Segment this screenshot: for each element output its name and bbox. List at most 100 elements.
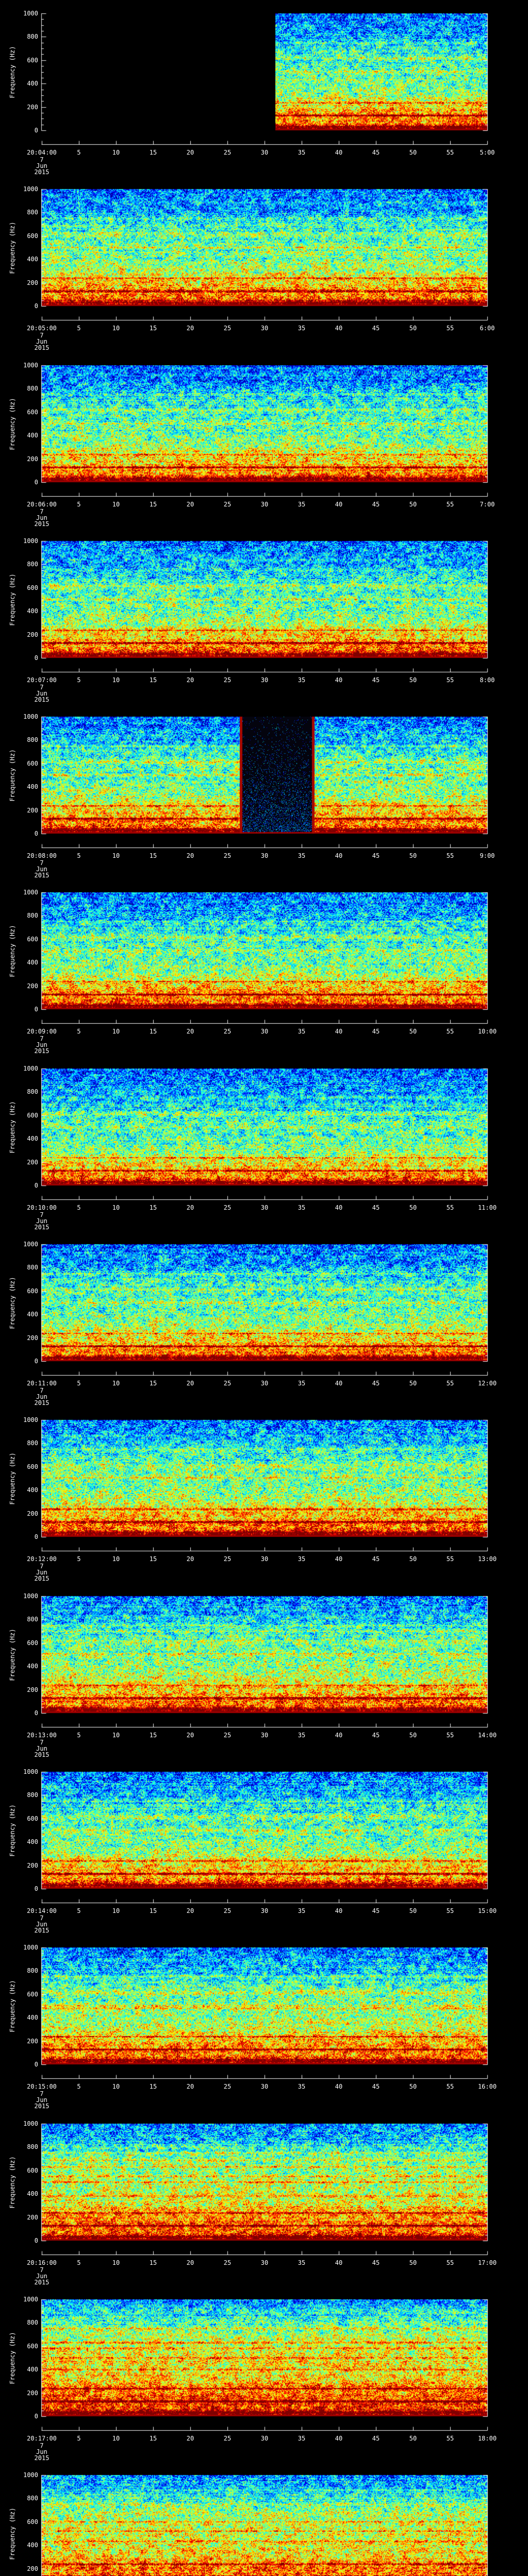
y-tick-label: 400 [27, 80, 38, 88]
y-tick-label: 200 [27, 1861, 38, 1869]
x-minute-tick-label: 15 [149, 1907, 157, 1914]
date-year-label: 2015 [34, 1575, 50, 1582]
x-minute-tick-label: 25 [223, 1204, 232, 1211]
x-minute-tick-label: 20 [186, 2083, 194, 2090]
x-minute-tick-label: 5 [77, 2435, 81, 2442]
x-end-time-label: 10:00 [477, 1028, 497, 1035]
y-tick-label: 200 [27, 982, 38, 990]
x-minute-tick-label: 5 [77, 2259, 81, 2266]
date-year-label: 2015 [34, 344, 50, 351]
y-tick-label: 800 [27, 1616, 38, 1623]
y-tick-label: 1000 [23, 362, 38, 369]
x-start-time-label: 20:08:00 [27, 852, 57, 859]
y-tick-label: 600 [27, 56, 38, 64]
x-minute-tick-label: 20 [186, 1555, 194, 1563]
y-tick-label: 800 [27, 912, 38, 920]
spectrogram-panel: Frequency (Hz) 1000 800 600 400 200 0 20:04:00… [0, 0, 528, 176]
x-end-time-label: 18:00 [477, 2435, 497, 2442]
x-start-time-label: 20:13:00 [27, 1732, 57, 1739]
x-minute-tick-label: 15 [149, 325, 157, 332]
x-minute-tick-label: 40 [335, 1555, 343, 1563]
x-minute-tick-label: 40 [335, 2259, 343, 2266]
y-tick-label: 800 [27, 1088, 38, 1096]
y-axis-title: Frequency (Hz) [9, 1628, 16, 1681]
x-minute-tick-label: 55 [446, 325, 454, 332]
x-start-time-label: 20:17:00 [27, 2435, 57, 2442]
y-tick-label: 1000 [23, 2471, 38, 2479]
x-minute-tick-label: 30 [260, 1555, 269, 1563]
y-tick-label: 600 [27, 1815, 38, 1822]
x-minute-tick-label: 5 [77, 1907, 81, 1914]
x-end-time-label: 15:00 [477, 1907, 497, 1914]
x-minute-tick-label: 25 [223, 2259, 232, 2266]
x-minute-tick-label: 10 [112, 1028, 120, 1035]
x-minute-tick-label: 50 [409, 1907, 417, 1914]
y-axis-title: Frequency (Hz) [9, 1452, 16, 1505]
x-start-time-label: 20:04:00 [27, 149, 57, 156]
x-minute-tick-label: 30 [260, 1028, 269, 1035]
x-start-time-label: 20:15:00 [27, 2083, 57, 2090]
x-end-time-label: 7:00 [480, 501, 495, 508]
y-tick-label: 600 [27, 2166, 38, 2174]
x-minute-tick-label: 10 [112, 676, 120, 684]
x-minute-tick-label: 10 [112, 1555, 120, 1563]
x-end-time-label: 9:00 [480, 852, 495, 859]
x-start-time-label: 20:12:00 [27, 1555, 57, 1563]
x-minute-tick-label: 50 [409, 149, 417, 156]
x-minute-tick-label: 20 [186, 501, 194, 508]
x-minute-tick-label: 55 [446, 1555, 454, 1563]
y-tick-label: 1000 [23, 1241, 38, 1248]
y-tick-label: 800 [27, 385, 38, 393]
x-minute-tick-label: 25 [223, 1907, 232, 1914]
y-tick-label: 600 [27, 1463, 38, 1470]
x-minute-tick-label: 25 [223, 1555, 232, 1563]
x-minute-tick-label: 50 [409, 2259, 417, 2266]
y-tick-label: 0 [34, 1006, 38, 1013]
y-axis-title: Frequency (Hz) [9, 2507, 16, 2560]
x-minute-tick-label: 15 [149, 852, 157, 859]
spectrogram-panel: Frequency (Hz) 1000800600400200020:18:00… [0, 2462, 528, 2576]
x-minute-tick-label: 50 [409, 2083, 417, 2090]
x-minute-tick-label: 5 [77, 676, 81, 684]
y-tick-label: 200 [27, 2037, 38, 2045]
x-minute-tick-label: 40 [335, 1028, 343, 1035]
x-minute-tick-label: 15 [149, 1555, 157, 1563]
date-year-label: 2015 [34, 2454, 50, 2462]
y-tick-label: 1000 [23, 1065, 38, 1072]
y-axis-title: Frequency (Hz) [9, 1979, 16, 2032]
x-end-time-label: 12:00 [477, 1380, 497, 1387]
y-tick-label: 600 [27, 1639, 38, 1647]
x-minute-tick-label: 45 [372, 852, 380, 859]
x-minute-tick-label: 5 [77, 501, 81, 508]
y-axis-title: Frequency (Hz) [9, 1804, 16, 1857]
x-minute-tick-label: 10 [112, 852, 120, 859]
y-tick-label: 1000 [23, 1416, 38, 1423]
y-tick-label: 0 [34, 127, 38, 134]
x-minute-tick-label: 40 [335, 2435, 343, 2442]
spectrogram-panel: Frequency (Hz) 1000 800 600 400 200 0 20:12:00… [0, 1406, 528, 1583]
x-minute-tick-label: 40 [335, 1380, 343, 1387]
y-tick-label: 800 [27, 1439, 38, 1447]
x-minute-tick-label: 25 [223, 2083, 232, 2090]
x-minute-tick-label: 45 [372, 2435, 380, 2442]
x-minute-tick-label: 10 [112, 1732, 120, 1739]
x-minute-tick-label: 45 [372, 1380, 380, 1387]
x-minute-tick-label: 30 [260, 2259, 269, 2266]
x-minute-tick-label: 35 [298, 1732, 306, 1739]
y-tick-label: 600 [27, 759, 38, 767]
y-tick-label: 1000 [23, 185, 38, 193]
x-minute-tick-label: 55 [446, 1907, 454, 1914]
y-tick-label: 400 [27, 1311, 38, 1318]
y-tick-label: 0 [34, 479, 38, 486]
y-axis-title: Frequency (Hz) [9, 1100, 16, 1154]
x-minute-tick-label: 40 [335, 1204, 343, 1211]
x-end-time-label: 5:00 [480, 149, 495, 156]
x-minute-tick-label: 5 [77, 1380, 81, 1387]
x-minute-tick-label: 35 [298, 1028, 306, 1035]
y-tick-label: 200 [27, 1510, 38, 1517]
x-minute-tick-label: 15 [149, 1204, 157, 1211]
y-axis-title: Frequency (Hz) [9, 221, 16, 274]
spectrogram-panel: Frequency (Hz) 1000 800 600 400 200 0 20:15:00… [0, 1934, 528, 2110]
x-minute-tick-label: 5 [77, 1732, 81, 1739]
x-minute-tick-label: 30 [260, 1907, 269, 1914]
